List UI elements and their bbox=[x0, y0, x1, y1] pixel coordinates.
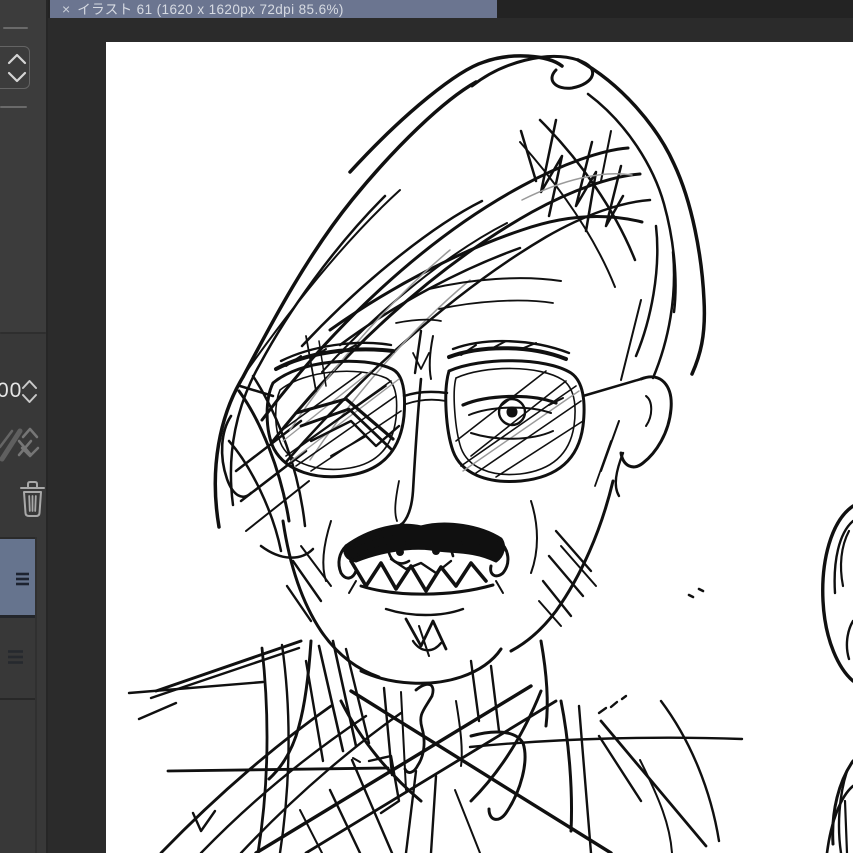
tab-title: イラスト 61 (1620 x 1620px 72dpi 85.6%) bbox=[77, 3, 344, 17]
stepper-chevrons bbox=[21, 378, 38, 406]
layer-row[interactable] bbox=[0, 622, 35, 700]
slash-stroke bbox=[2, 431, 20, 459]
stepper-value: 00 bbox=[0, 377, 22, 405]
chevron-up-icon[interactable] bbox=[9, 55, 25, 63]
tab-bar: × イラスト 61 (1620 x 1620px 72dpi 85.6%) bbox=[48, 0, 853, 18]
chevron-down-icon[interactable] bbox=[23, 395, 36, 402]
divider bbox=[3, 27, 28, 29]
drawing-canvas[interactable] bbox=[106, 42, 853, 853]
brush-size-stepper[interactable] bbox=[0, 46, 30, 89]
chevron-down-icon[interactable] bbox=[9, 73, 25, 81]
layer-row-selected[interactable] bbox=[0, 537, 35, 618]
sketch-drawing bbox=[106, 42, 853, 853]
tab-close-icon[interactable]: × bbox=[62, 2, 70, 16]
app-window: × イラスト 61 (1620 x 1620px 72dpi 85.6%) 00 bbox=[0, 0, 853, 853]
chevron-up-icon[interactable] bbox=[23, 381, 36, 388]
disabled-stepper[interactable] bbox=[0, 423, 42, 465]
panel-divider bbox=[0, 332, 46, 334]
sidebar-toolbar: 00 bbox=[0, 0, 48, 853]
divider bbox=[35, 537, 37, 853]
delete-button[interactable] bbox=[18, 478, 46, 520]
trash-icon bbox=[19, 478, 46, 519]
chevron-up-icon bbox=[23, 429, 37, 437]
value-stepper[interactable]: 00 bbox=[0, 377, 42, 407]
document-tab[interactable]: × イラスト 61 (1620 x 1620px 72dpi 85.6%) bbox=[50, 0, 497, 18]
stepper-chevrons bbox=[5, 51, 29, 85]
divider bbox=[0, 106, 27, 108]
menu-icon[interactable] bbox=[15, 572, 30, 586]
menu-icon[interactable] bbox=[7, 649, 24, 665]
